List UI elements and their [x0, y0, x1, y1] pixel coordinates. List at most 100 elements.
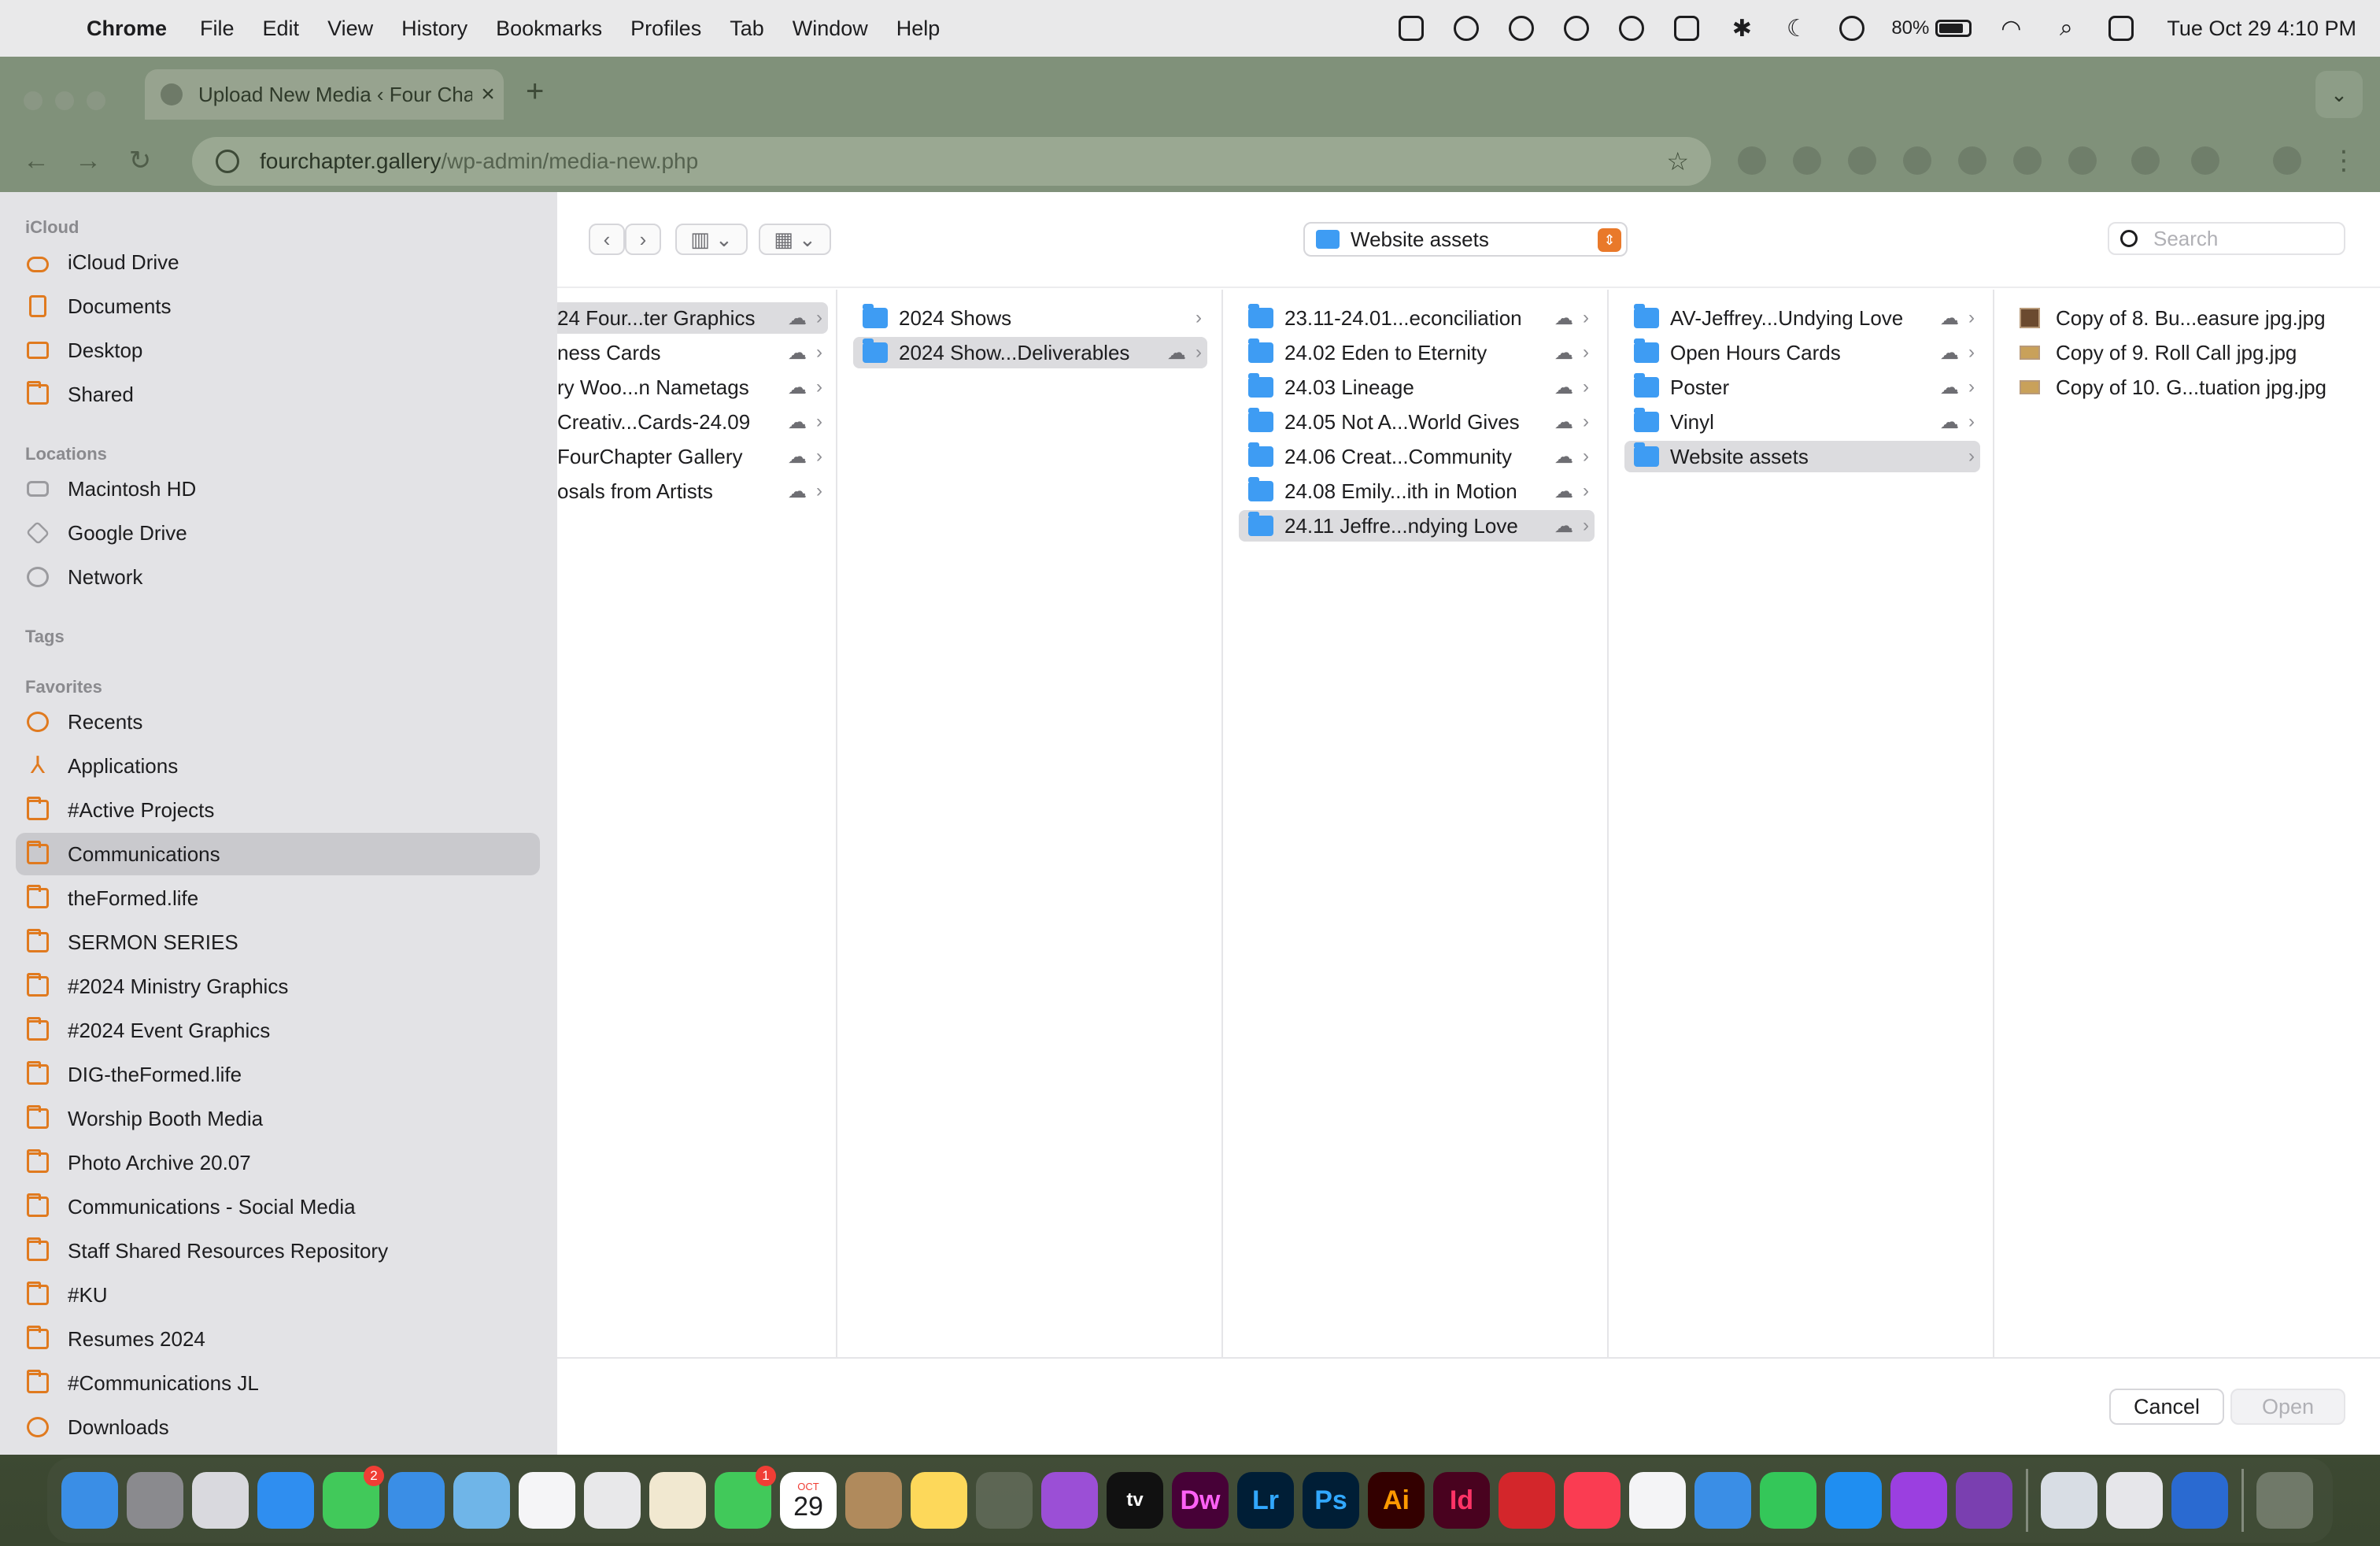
numbers-icon[interactable]	[1760, 1472, 1816, 1529]
control-center-icon[interactable]	[2105, 13, 2137, 44]
list-item[interactable]: 2024 Shows ›	[853, 302, 1207, 334]
icloud-download-icon[interactable]: ☁	[784, 411, 811, 434]
lightroom-icon[interactable]: Lr	[1237, 1472, 1294, 1529]
sidebar-item-documents[interactable]: Documents	[16, 285, 540, 327]
extension-5-icon[interactable]	[2068, 146, 2097, 175]
icloud-download-icon[interactable]: ☁	[1550, 515, 1577, 538]
sidebar-item-macintosh-hd[interactable]: Macintosh HD	[16, 468, 540, 510]
sidebar-heading-tags[interactable]: Tags	[25, 627, 65, 647]
extension-4-icon[interactable]	[2013, 146, 2042, 175]
list-item[interactable]: 23.11-24.01...econciliation ☁ ›	[1239, 302, 1595, 334]
address-bar[interactable]: fourchapter.gallery /wp-admin/media-new.…	[192, 137, 1711, 186]
sidebar-item-dig-theformed-life[interactable]: DIG-theFormed.life	[16, 1053, 540, 1096]
pen-tool-icon[interactable]	[976, 1472, 1033, 1529]
cancel-button[interactable]: Cancel	[2109, 1389, 2224, 1425]
sidebar-item-theformed-life[interactable]: theFormed.life	[16, 877, 540, 919]
icloud-download-icon[interactable]: ☁	[1163, 342, 1190, 364]
cloud-sync-icon[interactable]	[1451, 13, 1482, 44]
spotlight-search-icon[interactable]: ⌕	[2050, 13, 2082, 44]
sidebar-item-photo-archive[interactable]: Photo Archive 20.07	[16, 1141, 540, 1184]
view-columns-button[interactable]: ▥ ⌄	[675, 224, 748, 255]
icloud-download-icon[interactable]: ☁	[784, 480, 811, 503]
list-item[interactable]: Website assets ›	[1624, 441, 1980, 472]
icloud-download-icon[interactable]: ☁	[1936, 342, 1963, 364]
list-item[interactable]: Creativ...Cards-24.09 ☁ ›	[557, 406, 828, 438]
vpn-icon[interactable]	[1506, 13, 1537, 44]
list-item[interactable]: 24.06 Creat...Community ☁ ›	[1239, 441, 1595, 472]
list-item[interactable]: ry Woo...n Nametags ☁ ›	[557, 372, 828, 403]
icloud-download-icon[interactable]: ☁	[784, 446, 811, 468]
dreamweaver-icon[interactable]: Dw	[1172, 1472, 1229, 1529]
indesign-icon[interactable]: Id	[1433, 1472, 1490, 1529]
extension-6-icon[interactable]	[2131, 146, 2160, 175]
open-button[interactable]: Open	[2230, 1389, 2345, 1425]
sidebar-item-shared[interactable]: Shared	[16, 373, 540, 416]
minimize-window-button[interactable]	[55, 91, 74, 110]
icloud-download-icon[interactable]: ☁	[1550, 446, 1577, 468]
wifi-icon[interactable]: ◠	[1995, 13, 2027, 44]
extension-3-icon[interactable]	[1958, 146, 1986, 175]
back-arrow-icon[interactable]: ←	[20, 146, 52, 176]
icloud-download-icon[interactable]: ☁	[1936, 411, 1963, 434]
time-machine-icon[interactable]	[1616, 13, 1647, 44]
icloud-download-icon[interactable]: ☁	[1550, 480, 1577, 503]
photos-icon[interactable]	[649, 1472, 706, 1529]
extensions-puzzle-icon[interactable]	[2191, 146, 2219, 175]
sidebar-item-applications[interactable]: ⅄ Applications	[16, 745, 540, 787]
search-field[interactable]: Search	[2108, 222, 2345, 255]
menu-tab[interactable]: Tab	[730, 17, 764, 41]
list-item[interactable]: AV-Jeffrey...Undying Love ☁ ›	[1624, 302, 1980, 334]
forward-chevron-icon[interactable]: ›	[625, 224, 661, 255]
list-item[interactable]: 24.11 Jeffre...ndying Love ☁ ›	[1239, 510, 1595, 542]
system-settings-icon[interactable]	[127, 1472, 183, 1529]
icloud-download-icon[interactable]: ☁	[1550, 307, 1577, 330]
sidebar-item-2024-ministry-graphics[interactable]: #2024 Ministry Graphics	[16, 965, 540, 1008]
menu-app-name[interactable]: Chrome	[87, 17, 167, 41]
browser-tab[interactable]: Upload New Media ‹ Four Chapter ×	[145, 69, 504, 120]
sidebar-item-worship-booth-media[interactable]: Worship Booth Media	[16, 1097, 540, 1140]
business-app-icon[interactable]	[1956, 1472, 2012, 1529]
calendar-icon[interactable]: OCT 29	[780, 1472, 837, 1529]
location-popup[interactable]: Website assets ⇕	[1303, 222, 1628, 257]
icloud-download-icon[interactable]: ☁	[1936, 376, 1963, 399]
tab-close-icon[interactable]: ×	[472, 81, 504, 108]
printer-icon[interactable]	[2106, 1472, 2163, 1529]
sidebar-item-staff-shared-resources[interactable]: Staff Shared Resources Repository	[16, 1230, 540, 1272]
messages-icon[interactable]: 2	[323, 1466, 384, 1529]
bluetooth-icon[interactable]: ✱	[1726, 13, 1757, 44]
back-chevron-icon[interactable]: ‹	[589, 224, 625, 255]
forward-arrow-icon[interactable]: →	[72, 146, 104, 176]
facetime-icon[interactable]: 1	[715, 1466, 776, 1529]
illustrator-icon[interactable]: Ai	[1368, 1472, 1425, 1529]
zoom-window-button[interactable]	[87, 91, 105, 110]
trash-icon[interactable]	[2256, 1472, 2313, 1529]
sidebar-item-recents[interactable]: Recents	[16, 701, 540, 743]
list-item[interactable]: Open Hours Cards ☁ ›	[1624, 337, 1980, 368]
menu-history[interactable]: History	[401, 17, 468, 41]
sidebar-item-communications-jl[interactable]: #Communications JL	[16, 1362, 540, 1404]
menu-profiles[interactable]: Profiles	[630, 17, 701, 41]
list-item[interactable]: Copy of 9. Roll Call jpg.jpg	[2010, 337, 2372, 368]
mail-icon[interactable]	[388, 1472, 445, 1529]
screen-pointer-icon[interactable]	[1890, 1472, 1947, 1529]
list-item[interactable]: 2024 Show...Deliverables ☁ ›	[853, 337, 1207, 368]
password-manager-icon[interactable]	[2171, 1472, 2228, 1529]
list-item[interactable]: Vinyl ☁ ›	[1624, 406, 1980, 438]
safari-icon[interactable]	[257, 1472, 314, 1529]
photoshop-icon[interactable]: Ps	[1303, 1472, 1359, 1529]
icloud-download-icon[interactable]: ☁	[1550, 376, 1577, 399]
menu-clock[interactable]: Tue Oct 29 4:10 PM	[2167, 17, 2356, 41]
icloud-download-icon[interactable]: ☁	[1936, 307, 1963, 330]
preview-icon[interactable]	[2041, 1472, 2097, 1529]
icloud-download-icon[interactable]: ☁	[784, 307, 811, 330]
sidebar-item-communications-social-media[interactable]: Communications - Social Media	[16, 1185, 540, 1228]
list-item[interactable]: 24.05 Not A...World Gives ☁ ›	[1239, 406, 1595, 438]
chrome-menu-icon[interactable]: ⋮	[2328, 145, 2360, 176]
menu-file[interactable]: File	[200, 17, 235, 41]
sidebar-item-desktop[interactable]: Desktop	[16, 329, 540, 372]
extension-folder-icon[interactable]	[1738, 146, 1766, 175]
list-item[interactable]: 24.08 Emily...ith in Motion ☁ ›	[1239, 475, 1595, 507]
menu-help[interactable]: Help	[896, 17, 941, 41]
chrome-icon[interactable]	[584, 1472, 641, 1529]
list-item[interactable]: osals from Artists ☁ ›	[557, 475, 828, 507]
